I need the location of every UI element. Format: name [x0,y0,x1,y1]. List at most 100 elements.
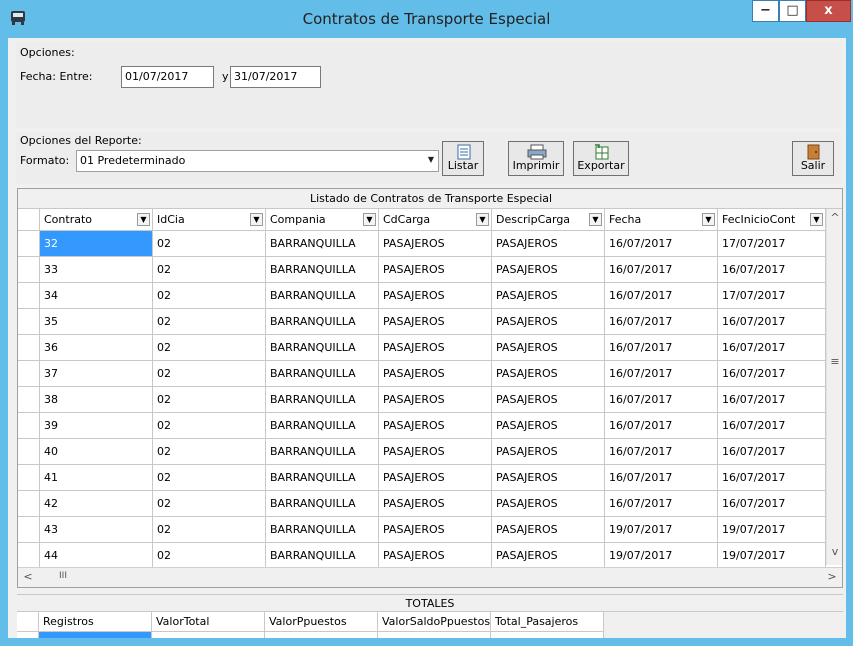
horizontal-scrollbar[interactable]: < III > [18,567,842,587]
scroll-up-icon[interactable]: ^ [827,211,842,224]
title-bar[interactable]: Contratos de Transporte Especial − □ x [0,0,853,38]
fecha-hasta-input[interactable]: 31/07/2017 [230,66,321,88]
salir-button[interactable]: Salir [792,141,834,176]
column-header[interactable]: FecInicioCont ▼ [718,209,826,231]
table-cell[interactable]: 39 [40,413,153,439]
table-cell[interactable]: 16/07/2017 [718,335,826,361]
table-cell[interactable]: 36 [40,335,153,361]
table-cell[interactable]: 19/07/2017 [605,543,718,569]
table-cell[interactable]: BARRANQUILLA [266,309,379,335]
table-cell[interactable]: 38 [40,387,153,413]
table-cell[interactable]: 02 [153,517,266,543]
table-cell[interactable]: 02 [153,543,266,569]
table-cell[interactable]: PASAJEROS [379,491,492,517]
table-cell[interactable]: 16/07/2017 [718,257,826,283]
table-cell[interactable]: 17/07/2017 [718,283,826,309]
table-cell[interactable]: PASAJEROS [492,413,605,439]
totales-value[interactable]: 19204 [491,632,604,638]
table-cell[interactable]: BARRANQUILLA [266,543,379,569]
table-cell[interactable]: PASAJEROS [379,283,492,309]
table-cell[interactable]: BARRANQUILLA [266,517,379,543]
scroll-right-icon[interactable]: > [826,570,838,583]
column-header[interactable]: CdCarga ▼ [379,209,492,231]
table-cell[interactable]: 16/07/2017 [605,413,718,439]
table-cell[interactable]: 40 [40,439,153,465]
totales-value[interactable]: 141.413.800,00 € [152,632,265,638]
table-cell[interactable]: 32 [40,231,153,257]
maximize-button[interactable]: □ [779,0,806,22]
table-cell[interactable]: 02 [153,413,266,439]
table-cell[interactable]: PASAJEROS [379,387,492,413]
table-cell[interactable]: 02 [153,283,266,309]
close-button[interactable]: x [806,0,851,22]
table-cell[interactable]: 16/07/2017 [718,361,826,387]
table-cell[interactable]: 44 [40,543,153,569]
exportar-button[interactable]: Exportar [573,141,629,176]
table-cell[interactable]: 16/07/2017 [605,465,718,491]
table-cell[interactable]: PASAJEROS [492,439,605,465]
table-cell[interactable]: 42 [40,491,153,517]
fecha-desde-input[interactable]: 01/07/2017 [121,66,214,88]
table-cell[interactable]: 16/07/2017 [718,387,826,413]
table-cell[interactable]: PASAJEROS [492,361,605,387]
table-cell[interactable]: PASAJEROS [492,465,605,491]
minimize-button[interactable]: − [752,0,779,22]
table-cell[interactable]: PASAJEROS [379,335,492,361]
table-cell[interactable]: 02 [153,465,266,491]
row-selector[interactable] [18,543,40,569]
table-cell[interactable]: PASAJEROS [379,257,492,283]
table-cell[interactable]: 41 [40,465,153,491]
table-cell[interactable]: BARRANQUILLA [266,439,379,465]
table-cell[interactable]: 16/07/2017 [605,283,718,309]
table-cell[interactable]: 02 [153,439,266,465]
chevron-down-icon[interactable]: ▼ [250,213,263,226]
row-selector[interactable] [18,257,40,283]
table-cell[interactable]: BARRANQUILLA [266,257,379,283]
table-cell[interactable]: BARRANQUILLA [266,465,379,491]
table-cell[interactable]: 16/07/2017 [605,387,718,413]
column-header[interactable]: IdCia ▼ [153,209,266,231]
table-cell[interactable]: 19/07/2017 [718,543,826,569]
imprimir-button[interactable]: Imprimir [508,141,564,176]
row-selector[interactable] [18,309,40,335]
table-cell[interactable]: PASAJEROS [379,413,492,439]
formato-select[interactable]: 01 Predeterminado ▼ [76,150,439,172]
table-cell[interactable]: PASAJEROS [379,439,492,465]
row-selector[interactable] [18,387,40,413]
table-cell[interactable]: 02 [153,491,266,517]
table-cell[interactable]: BARRANQUILLA [266,361,379,387]
table-cell[interactable]: 37 [40,361,153,387]
scroll-down-icon[interactable]: v [827,545,842,558]
table-cell[interactable]: PASAJEROS [492,491,605,517]
table-cell[interactable]: 16/07/2017 [718,413,826,439]
table-cell[interactable]: PASAJEROS [492,231,605,257]
table-cell[interactable]: BARRANQUILLA [266,283,379,309]
totales-value[interactable]: 1.365.060.000,... [265,632,378,638]
table-cell[interactable]: PASAJEROS [492,309,605,335]
scroll-thumb-icon[interactable]: III [48,571,78,581]
totales-value[interactable]: 15 [39,632,152,638]
table-cell[interactable]: PASAJEROS [379,361,492,387]
table-cell[interactable]: BARRANQUILLA [266,231,379,257]
table-cell[interactable]: 02 [153,387,266,413]
column-header[interactable]: DescripCarga ▼ [492,209,605,231]
vertical-scrollbar[interactable]: ^ ≡ v [826,209,842,565]
table-cell[interactable]: PASAJEROS [492,335,605,361]
row-selector[interactable] [18,491,40,517]
table-cell[interactable]: 02 [153,335,266,361]
row-selector[interactable] [18,335,40,361]
table-cell[interactable]: PASAJEROS [379,543,492,569]
table-cell[interactable]: 16/07/2017 [605,361,718,387]
table-cell[interactable]: 16/07/2017 [718,439,826,465]
table-cell[interactable]: PASAJEROS [492,257,605,283]
table-cell[interactable]: PASAJEROS [379,517,492,543]
table-cell[interactable]: PASAJEROS [492,517,605,543]
table-cell[interactable]: 17/07/2017 [718,231,826,257]
column-header[interactable]: Fecha ▼ [605,209,718,231]
table-cell[interactable]: PASAJEROS [379,231,492,257]
table-cell[interactable]: 16/07/2017 [605,439,718,465]
scroll-left-icon[interactable]: < [22,570,34,583]
table-cell[interactable]: 16/07/2017 [605,491,718,517]
table-cell[interactable]: BARRANQUILLA [266,413,379,439]
column-header[interactable]: Contrato ▼ [40,209,153,231]
